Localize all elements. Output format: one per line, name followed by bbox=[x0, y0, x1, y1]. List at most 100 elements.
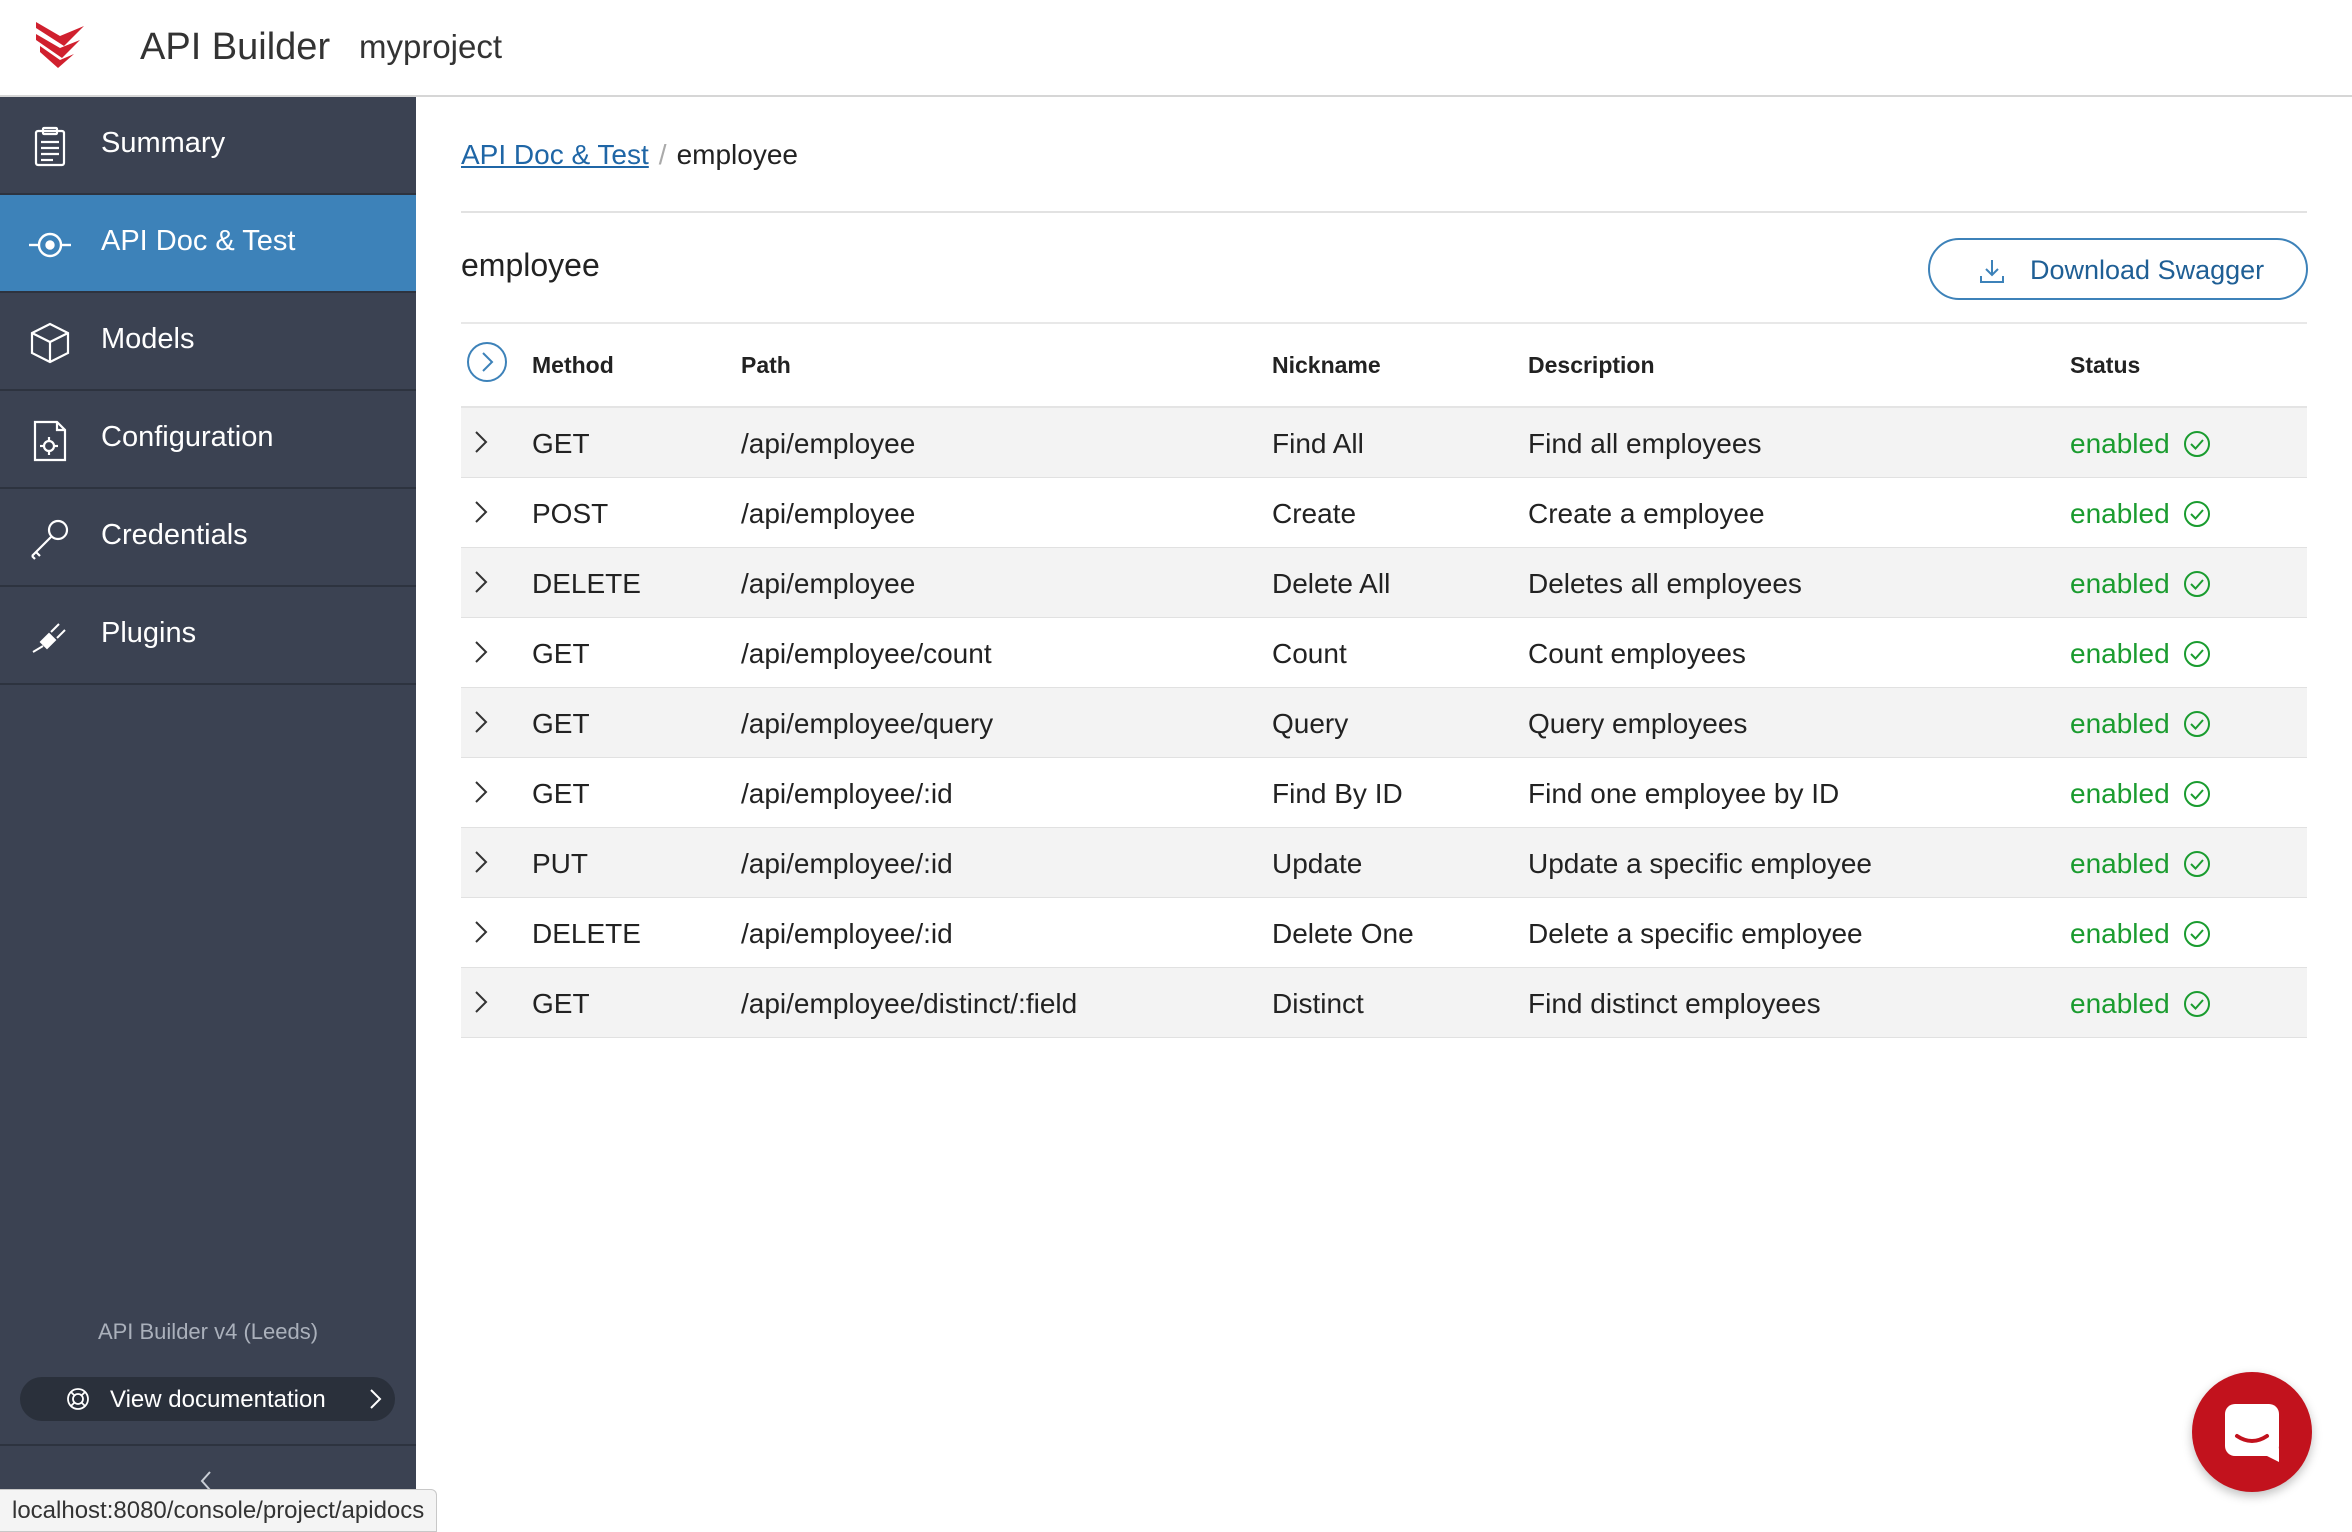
version-label: API Builder v4 (Leeds) bbox=[97, 1319, 319, 1344]
table-row[interactable]: DELETE/api/employee/:id Delete One Delete … bbox=[461, 898, 2307, 968]
sidebar-divider bbox=[0, 1444, 416, 1446]
table-row[interactable]: GET/api/employee/distinct/:field Distinct… bbox=[461, 968, 2307, 1038]
method-cell: GET bbox=[532, 638, 590, 669]
table-body: GET/api/employee Find All Find all employe… bbox=[461, 408, 2307, 1038]
status-cell: enabled bbox=[2070, 708, 2170, 739]
description-cell: Find all employees bbox=[1528, 428, 1762, 459]
sidebar-item-credentials[interactable]: Credentials bbox=[0, 489, 416, 587]
breadcrumb-current: employee bbox=[676, 139, 798, 170]
chevron-right-icon[interactable] bbox=[473, 568, 489, 596]
chevron-right-icon[interactable] bbox=[473, 918, 489, 946]
method-cell: DELETE bbox=[532, 918, 641, 949]
sidebar-item-label: Credentials bbox=[101, 519, 248, 551]
check-circle-icon bbox=[2184, 851, 2210, 877]
nickname-cell: Query bbox=[1272, 708, 1349, 739]
description-cell: Count employees bbox=[1528, 638, 1746, 669]
sidebar-item-api-doc-test[interactable]: API Doc & Test bbox=[0, 195, 416, 293]
expand-all-icon[interactable] bbox=[466, 341, 508, 383]
table-header: Method Path Nickname Description Status bbox=[461, 324, 2307, 408]
nickname-cell: Delete One bbox=[1272, 918, 1414, 949]
endpoints-table: Method Path Nickname Description Status … bbox=[461, 324, 2307, 1038]
column-header-method: Method bbox=[532, 352, 614, 378]
chevron-right-icon[interactable] bbox=[473, 428, 489, 456]
column-header-status: Status bbox=[2070, 352, 2141, 378]
nickname-cell: Count bbox=[1272, 638, 1347, 669]
path-cell: /api/employee/:id bbox=[741, 848, 953, 879]
method-cell: GET bbox=[532, 708, 590, 739]
sidebar-item-label: Configuration bbox=[101, 421, 274, 453]
check-circle-icon bbox=[2184, 781, 2210, 807]
column-header-description: Description bbox=[1528, 352, 1655, 378]
config-file-icon bbox=[33, 420, 67, 462]
check-circle-icon bbox=[2184, 571, 2210, 597]
main-content: API Doc & Test / employee employee Downl… bbox=[416, 97, 2352, 1532]
method-cell: DELETE bbox=[532, 568, 641, 599]
top-header: API Builder myproject bbox=[0, 0, 2352, 97]
table-row[interactable]: GET/api/employee/:id Find By ID Find one e… bbox=[461, 758, 2307, 828]
sidebar-item-models[interactable]: Models bbox=[0, 293, 416, 391]
sidebar-item-plugins[interactable]: Plugins bbox=[0, 587, 416, 685]
status-bar-url: localhost:8080/console/project/apidocs bbox=[0, 1489, 438, 1532]
status-cell: enabled bbox=[2070, 498, 2170, 529]
description-cell: Create a employee bbox=[1528, 498, 1765, 529]
table-row[interactable]: DELETE/api/employee Delete All Deletes all… bbox=[461, 548, 2307, 618]
status-cell: enabled bbox=[2070, 988, 2170, 1019]
method-cell: PUT bbox=[532, 848, 588, 879]
status-cell: enabled bbox=[2070, 428, 2170, 459]
method-cell: GET bbox=[532, 988, 590, 1019]
method-cell: GET bbox=[532, 778, 590, 809]
status-cell: enabled bbox=[2070, 638, 2170, 669]
path-cell: /api/employee/:id bbox=[741, 918, 953, 949]
chat-launcher-button[interactable] bbox=[2192, 1372, 2312, 1492]
sidebar-item-label: API Doc & Test bbox=[101, 225, 296, 257]
table-row[interactable]: GET/api/employee/query Query Query employe… bbox=[461, 688, 2307, 758]
table-row[interactable]: PUT/api/employee/:id Update Update a speci… bbox=[461, 828, 2307, 898]
column-header-nickname: Nickname bbox=[1272, 352, 1381, 378]
nickname-cell: Update bbox=[1272, 848, 1363, 879]
sidebar-item-summary[interactable]: Summary bbox=[0, 97, 416, 195]
chat-icon bbox=[2225, 1404, 2279, 1462]
view-documentation-button[interactable]: View documentation bbox=[20, 1377, 395, 1421]
table-row[interactable]: GET/api/employee/count Count Count employe… bbox=[461, 618, 2307, 688]
download-swagger-label: Download Swagger bbox=[2030, 255, 2265, 285]
path-cell: /api/employee/count bbox=[741, 638, 992, 669]
chevron-right-icon[interactable] bbox=[473, 498, 489, 526]
clipboard-icon bbox=[34, 126, 66, 167]
table-row[interactable]: GET/api/employee Find All Find all employe… bbox=[461, 408, 2307, 478]
method-cell: GET bbox=[532, 428, 590, 459]
view-documentation-label: View documentation bbox=[110, 1386, 326, 1413]
sidebar-item-configuration[interactable]: Configuration bbox=[0, 391, 416, 489]
description-cell: Deletes all employees bbox=[1528, 568, 1802, 599]
path-cell: /api/employee bbox=[741, 568, 916, 599]
nickname-cell: Create bbox=[1272, 498, 1357, 529]
status-cell: enabled bbox=[2070, 918, 2170, 949]
column-header-path: Path bbox=[741, 352, 791, 378]
chevron-right-icon[interactable] bbox=[473, 638, 489, 666]
check-circle-icon bbox=[2184, 501, 2210, 527]
check-circle-icon bbox=[2184, 921, 2210, 947]
description-cell: Find one employee by ID bbox=[1528, 778, 1840, 809]
sidebar-item-label: Plugins bbox=[101, 617, 197, 649]
check-circle-icon bbox=[2184, 641, 2210, 667]
sidebar-item-label: Models bbox=[101, 323, 195, 355]
sidebar: Summary API Doc & Test Models Configurat… bbox=[0, 97, 416, 1532]
download-icon bbox=[1980, 260, 2004, 283]
chevron-right-icon[interactable] bbox=[473, 778, 489, 806]
nickname-cell: Find All bbox=[1272, 428, 1364, 459]
check-circle-icon bbox=[2184, 991, 2210, 1017]
table-row[interactable]: POST/api/employee Create Create a employee… bbox=[461, 478, 2307, 548]
download-swagger-button[interactable]: Download Swagger bbox=[1928, 238, 2308, 300]
status-cell: enabled bbox=[2070, 778, 2170, 809]
app-title: API Builder bbox=[140, 26, 331, 68]
page-title: employee bbox=[461, 247, 600, 283]
description-cell: Delete a specific employee bbox=[1528, 918, 1863, 949]
breadcrumb-link-api-doc[interactable]: API Doc & Test bbox=[461, 139, 649, 171]
sidebar-item-label: Summary bbox=[101, 127, 226, 159]
chevron-right-icon[interactable] bbox=[473, 848, 489, 876]
description-cell: Query employees bbox=[1528, 708, 1748, 739]
api-builder-logo-icon[interactable] bbox=[30, 18, 90, 72]
chevron-right-icon[interactable] bbox=[473, 988, 489, 1016]
check-circle-icon bbox=[2184, 711, 2210, 737]
key-icon bbox=[31, 519, 69, 560]
chevron-right-icon[interactable] bbox=[473, 708, 489, 736]
